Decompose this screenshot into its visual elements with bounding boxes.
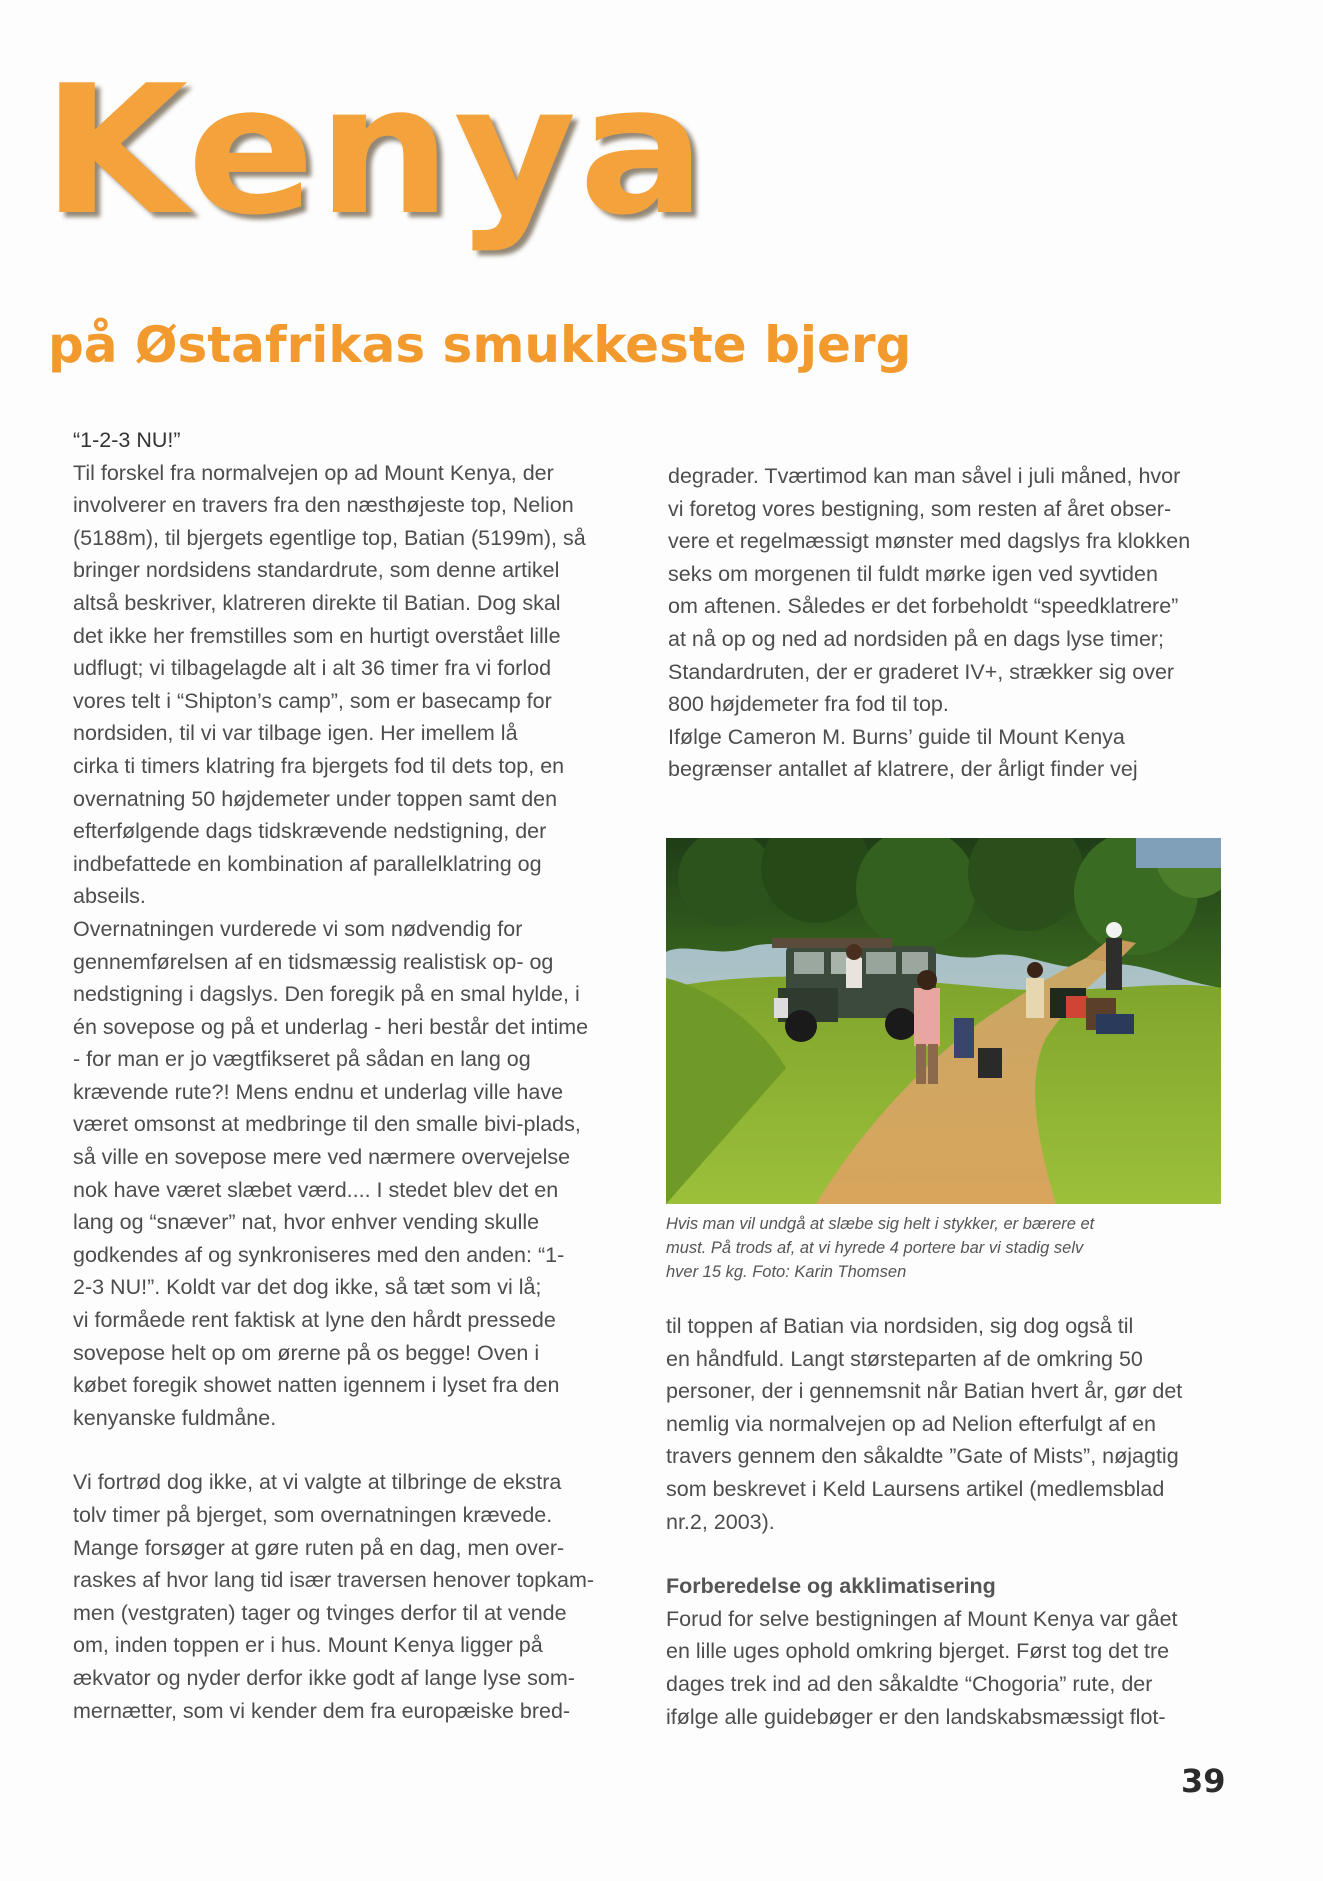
lede-quote: “1-2-3 NU!” xyxy=(73,428,181,452)
body-paragraph: Til forskel fra normalvejen op ad Mount … xyxy=(73,460,586,909)
article-subtitle: på Østafrikas smukkeste bjerg xyxy=(48,316,912,374)
photo-caption: Hvis man vil undgå at slæbe sig helt i s… xyxy=(666,1215,1095,1281)
body-paragraph: til toppen af Batian via nordsiden, sig … xyxy=(666,1314,1183,1534)
body-paragraph: Vi fortrød dog ikke, at vi valgte at til… xyxy=(73,1470,595,1723)
right-column-bottom: til toppen af Batian via nordsiden, sig … xyxy=(666,1310,1236,1733)
magazine-page: Kenya på Østafrikas smukkeste bjerg “1-2… xyxy=(0,0,1323,1881)
body-paragraph: degrader. Tværtimod kan man såvel i juli… xyxy=(668,464,1191,717)
body-paragraph: Overnatningen vurderede vi som nødvendig… xyxy=(73,916,589,1430)
right-column-top: degrader. Tværtimod kan man såvel i juli… xyxy=(668,460,1238,786)
safari-jeep-photo xyxy=(666,838,1221,1204)
page-number: 39 xyxy=(1181,1762,1226,1800)
photo-illustration xyxy=(666,838,1221,1204)
body-paragraph: Ifølge Cameron M. Burns’ guide til Mount… xyxy=(668,724,1138,782)
section-heading: Forberedelse og akklimatisering xyxy=(666,1574,996,1599)
body-paragraph: Forud for selve bestigningen af Mount Ke… xyxy=(666,1606,1178,1729)
left-column: “1-2-3 NU!” Til forskel fra normalvejen … xyxy=(73,424,633,1727)
article-title: Kenya xyxy=(42,47,709,254)
